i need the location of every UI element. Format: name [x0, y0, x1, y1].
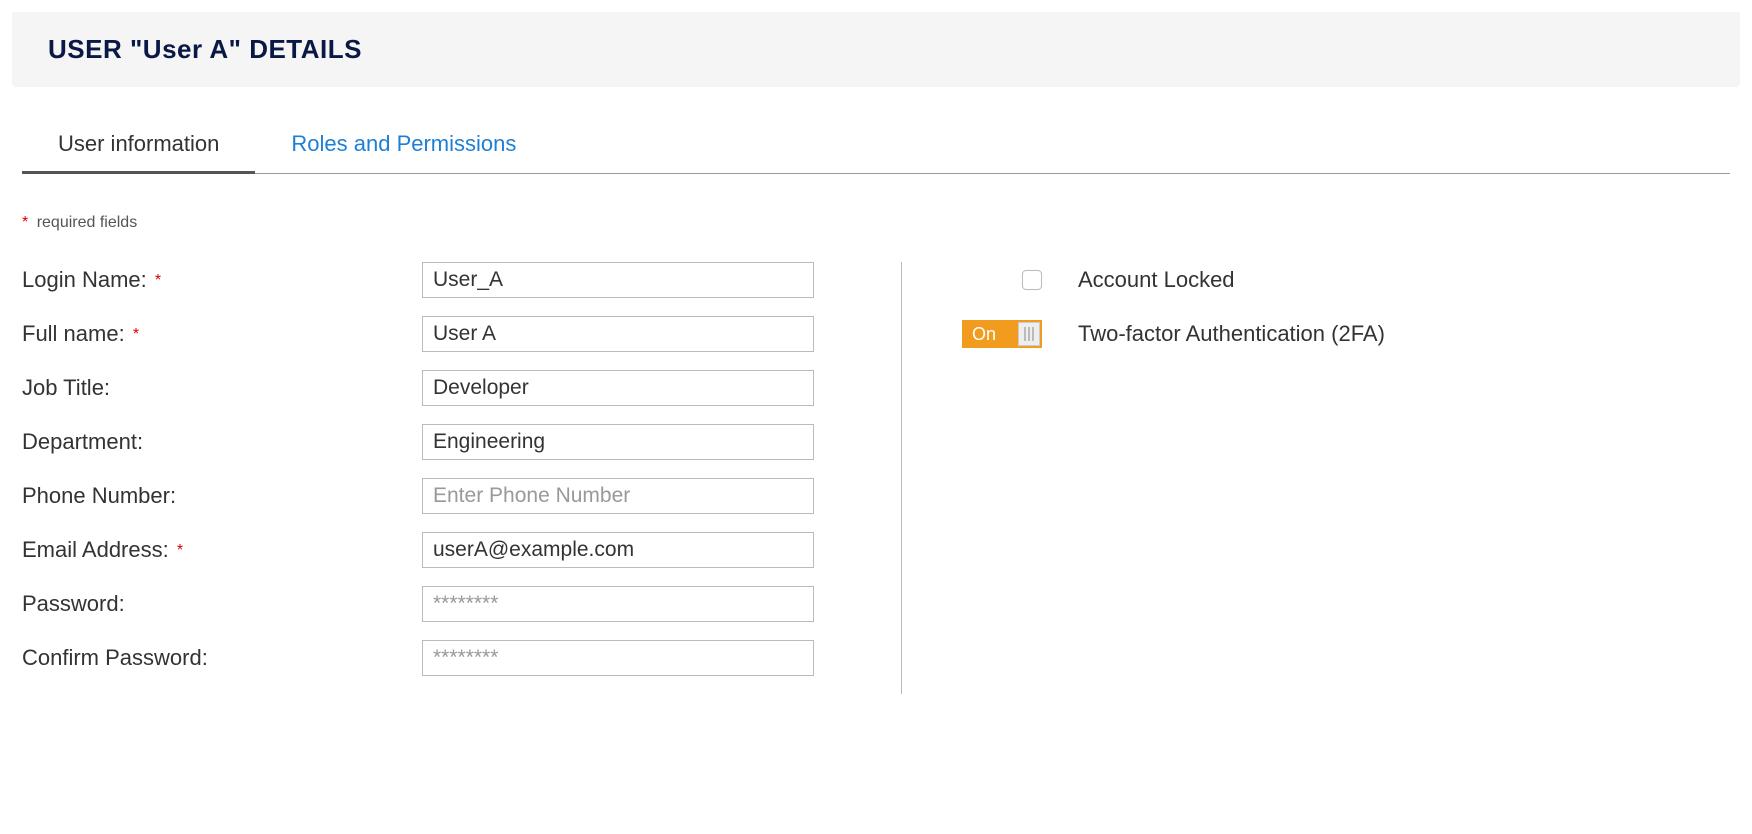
label-password: Password: — [22, 591, 422, 617]
asterisk-icon: * — [22, 214, 28, 231]
two-factor-toggle[interactable]: On — [962, 320, 1042, 348]
content: * required fields Login Name: * Full nam… — [22, 214, 1730, 694]
account-locked-checkbox[interactable] — [1022, 270, 1042, 290]
toggle-handle-icon — [1018, 322, 1040, 346]
department-input[interactable] — [422, 424, 814, 460]
row-full-name: Full name: * — [22, 316, 861, 352]
label-phone: Phone Number: — [22, 483, 422, 509]
main-columns: Login Name: * Full name: * Job Title: — [22, 262, 1730, 694]
row-department: Department: — [22, 424, 861, 460]
label-full-name: Full name: * — [22, 321, 422, 347]
asterisk-icon: * — [133, 326, 139, 343]
label-job-title: Job Title: — [22, 375, 422, 401]
asterisk-icon: * — [177, 542, 183, 559]
label-two-factor: Two-factor Authentication (2FA) — [1078, 321, 1385, 347]
left-column: Login Name: * Full name: * Job Title: — [22, 262, 902, 694]
page-header: USER "User A" DETAILS — [12, 12, 1740, 87]
row-phone: Phone Number: — [22, 478, 861, 514]
label-login-name: Login Name: * — [22, 267, 422, 293]
row-password: Password: — [22, 586, 861, 622]
row-job-title: Job Title: — [22, 370, 861, 406]
asterisk-icon: * — [155, 272, 161, 289]
label-account-locked: Account Locked — [1078, 267, 1235, 293]
label-confirm-password: Confirm Password: — [22, 645, 422, 671]
full-name-input[interactable] — [422, 316, 814, 352]
email-input[interactable] — [422, 532, 814, 568]
tab-user-information[interactable]: User information — [22, 117, 255, 174]
tabs: User information Roles and Permissions — [22, 117, 1730, 174]
confirm-password-input[interactable] — [422, 640, 814, 676]
job-title-input[interactable] — [422, 370, 814, 406]
row-email: Email Address: * — [22, 532, 861, 568]
row-account-locked: Account Locked — [962, 262, 1730, 298]
right-column: Account Locked On Two-factor Authenticat… — [902, 262, 1730, 694]
row-confirm-password: Confirm Password: — [22, 640, 861, 676]
row-two-factor: On Two-factor Authentication (2FA) — [962, 316, 1730, 352]
toggle-state-label: On — [962, 324, 1018, 345]
password-input[interactable] — [422, 586, 814, 622]
checkbox-slot — [962, 270, 1048, 290]
label-email: Email Address: * — [22, 537, 422, 563]
row-login-name: Login Name: * — [22, 262, 861, 298]
toggle-slot: On — [962, 320, 1048, 348]
login-name-input[interactable] — [422, 262, 814, 298]
page-title: USER "User A" DETAILS — [48, 34, 1704, 65]
label-department: Department: — [22, 429, 422, 455]
phone-input[interactable] — [422, 478, 814, 514]
grip-icon — [1024, 327, 1034, 341]
tab-roles-permissions[interactable]: Roles and Permissions — [255, 117, 552, 173]
required-fields-note: * required fields — [22, 214, 1730, 232]
